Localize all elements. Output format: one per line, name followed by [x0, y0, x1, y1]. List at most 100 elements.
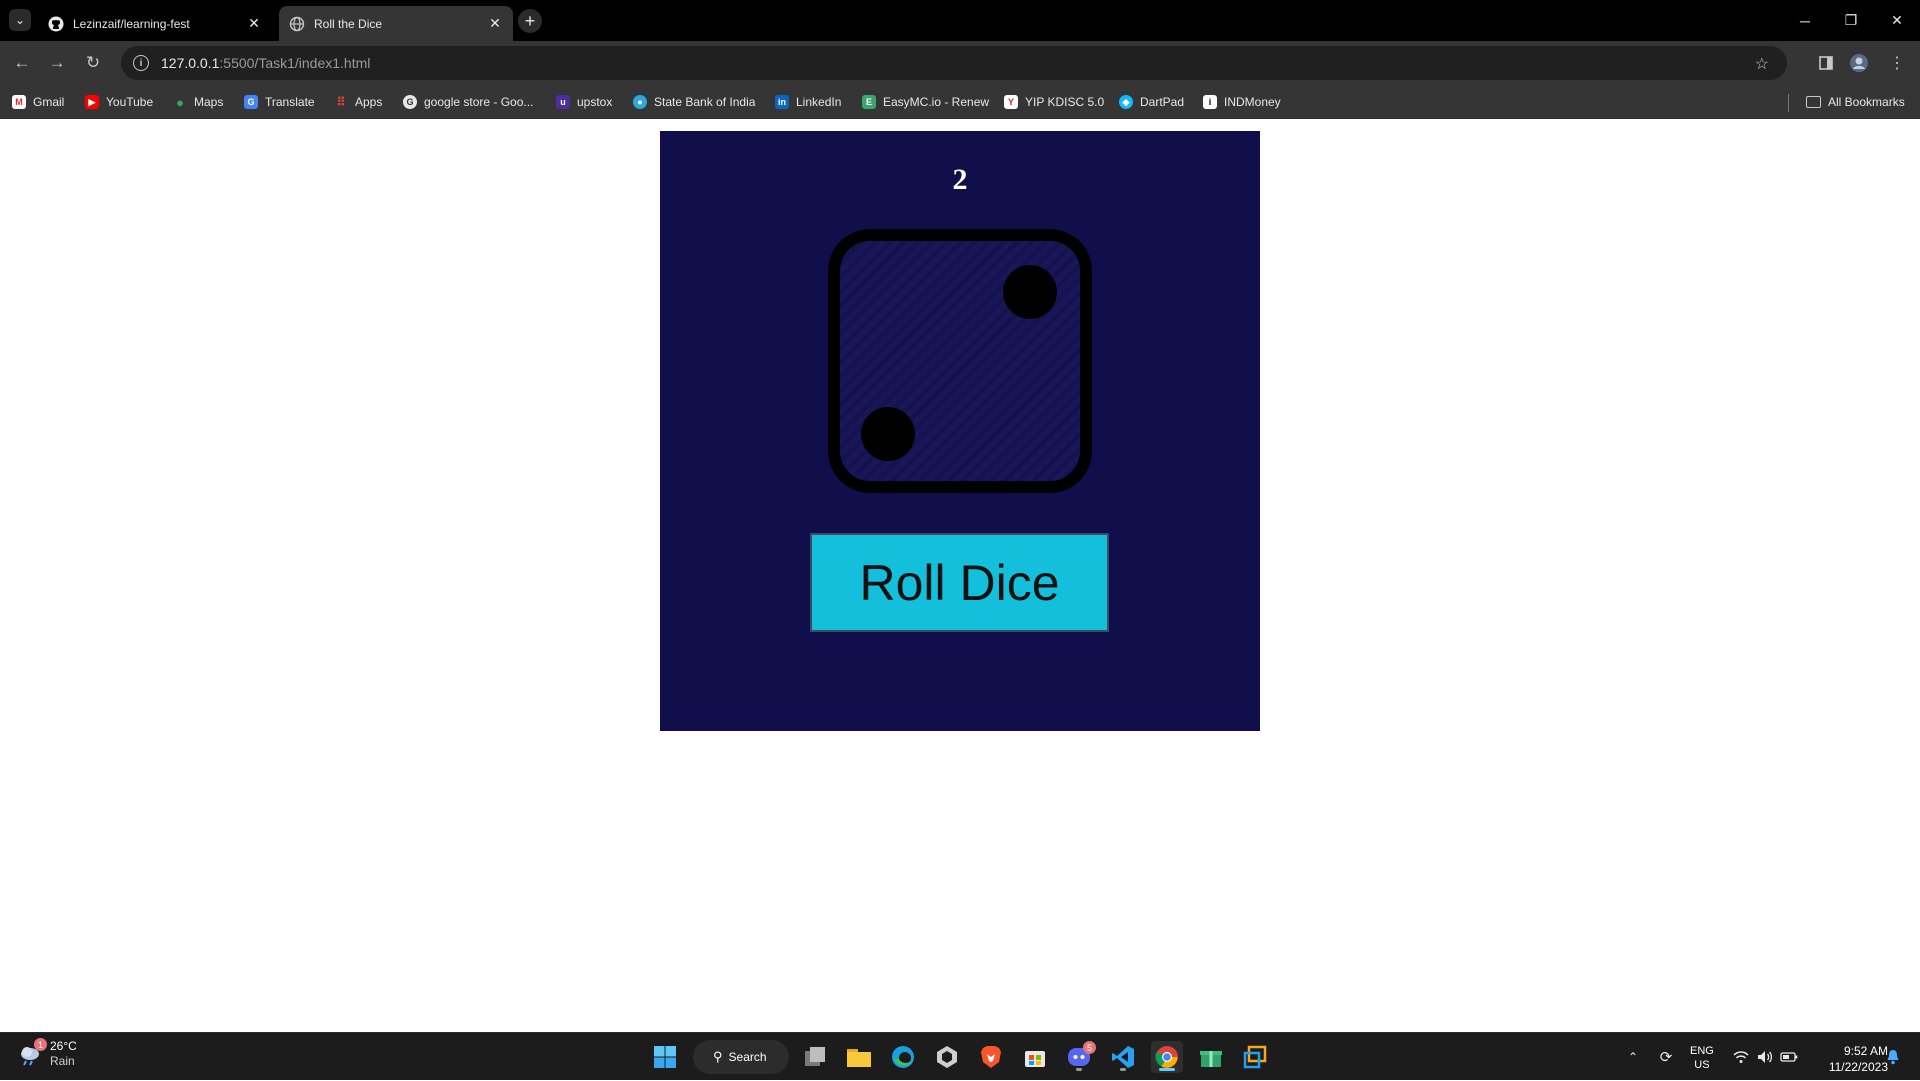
- bookmark-label: Maps: [194, 95, 224, 109]
- clock-date: 11/22/2023: [1828, 1060, 1888, 1074]
- bookmark-label: INDMoney: [1224, 95, 1281, 109]
- chrome-button[interactable]: [1151, 1041, 1183, 1073]
- tab-learning-fest[interactable]: Lezinzaif/learning-fest ✕: [38, 6, 272, 41]
- address-bar[interactable]: i 127.0.0.1:5500/Task1/index1.html ☆: [121, 46, 1787, 80]
- star-icon[interactable]: ☆: [1755, 54, 1769, 74]
- roll-dice-button[interactable]: Roll Dice: [810, 533, 1109, 632]
- tab-search-button[interactable]: ⌄: [9, 9, 31, 31]
- bookmark-label: google store - Goo...: [424, 95, 534, 109]
- sync-icon[interactable]: ⟳: [1655, 1033, 1677, 1081]
- notification-bell-icon[interactable]: [1882, 1033, 1904, 1081]
- bookmark-easymc[interactable]: E EasyMC.io - Renew: [862, 92, 989, 112]
- youtube-icon: ▶: [85, 95, 99, 109]
- chevron-up-icon: ⌃: [1627, 1050, 1639, 1064]
- minimize-icon: ─: [1800, 12, 1810, 29]
- bookmark-upstox[interactable]: u upstox: [556, 92, 612, 112]
- indmoney-icon: i: [1203, 95, 1217, 109]
- bookmark-label: Translate: [265, 95, 315, 109]
- vscode-button[interactable]: [1107, 1041, 1139, 1073]
- language-indicator[interactable]: ENG US: [1690, 1044, 1714, 1072]
- bookmark-linkedin[interactable]: in LinkedIn: [775, 92, 841, 112]
- tab-roll-the-dice[interactable]: Roll the Dice ✕: [279, 6, 513, 41]
- close-icon[interactable]: ✕: [246, 15, 262, 32]
- all-bookmarks-label: All Bookmarks: [1828, 95, 1905, 109]
- volume-icon[interactable]: [1754, 1033, 1776, 1081]
- close-icon: ✕: [1891, 12, 1903, 28]
- bookmark-google-store[interactable]: G google store - Goo...: [403, 92, 533, 112]
- microsoft-store-button[interactable]: [1019, 1041, 1051, 1073]
- yip-icon: Y: [1004, 95, 1018, 109]
- url-host: 127.0.0.1: [161, 55, 220, 71]
- all-bookmarks-button[interactable]: All Bookmarks: [1806, 92, 1905, 112]
- github-icon: [48, 16, 64, 32]
- edge-button[interactable]: [887, 1041, 919, 1073]
- translate-icon: G: [244, 95, 258, 109]
- linkedin-icon: in: [775, 95, 789, 109]
- vscode-icon: [1112, 1046, 1134, 1068]
- folder-icon: [1806, 96, 1821, 108]
- url-path: :5500/Task1/index1.html: [219, 55, 371, 71]
- bookmark-translate[interactable]: G Translate: [244, 92, 315, 112]
- bookmark-label: EasyMC.io - Renew: [883, 95, 990, 109]
- apps-grid-icon: ⠿: [336, 95, 346, 109]
- dice-pip: [1003, 265, 1057, 319]
- bookmark-dartpad[interactable]: ◆ DartPad: [1119, 92, 1184, 112]
- arrow-left-icon: ←: [13, 53, 31, 72]
- keyboard-layout: US: [1694, 1059, 1710, 1071]
- gift-app-button[interactable]: [1195, 1041, 1227, 1073]
- clock-time: 9:52 AM: [1843, 1044, 1888, 1058]
- dice-pip: [861, 407, 915, 461]
- unity-hub-button[interactable]: [931, 1041, 963, 1073]
- running-indicator: [1159, 1068, 1175, 1071]
- close-window-button[interactable]: ✕: [1874, 0, 1920, 41]
- start-button[interactable]: [649, 1041, 681, 1073]
- forward-button[interactable]: →: [42, 48, 72, 78]
- bookmarks-separator: [1788, 94, 1789, 112]
- side-panel-icon[interactable]: [1815, 52, 1837, 74]
- restore-button[interactable]: ❐: [1828, 0, 1874, 41]
- running-indicator: [1120, 1068, 1126, 1071]
- wifi-icon[interactable]: [1730, 1033, 1752, 1081]
- taskbar-search[interactable]: ⚲ Search: [693, 1040, 789, 1074]
- system-clock[interactable]: 9:52 AM 11/22/2023: [1808, 1043, 1888, 1075]
- running-indicator: [1076, 1068, 1082, 1071]
- new-tab-button[interactable]: +: [518, 9, 542, 33]
- close-icon[interactable]: ✕: [487, 15, 503, 32]
- reload-button[interactable]: ↻: [78, 48, 108, 78]
- search-label: Search: [728, 1050, 767, 1064]
- dartpad-icon: ◆: [1119, 95, 1133, 109]
- gmail-icon: M: [12, 95, 26, 109]
- bookmark-indmoney[interactable]: i INDMoney: [1203, 92, 1281, 112]
- bookmark-gmail[interactable]: M Gmail: [12, 92, 64, 112]
- bookmark-label: upstox: [577, 95, 613, 109]
- bookmark-label: DartPad: [1140, 95, 1185, 109]
- show-hidden-icons-button[interactable]: ⌃: [1622, 1033, 1644, 1081]
- bookmark-maps[interactable]: ● Maps: [173, 92, 223, 112]
- sbi-icon: ●: [633, 95, 647, 109]
- search-icon: ⚲: [713, 1049, 723, 1064]
- back-button[interactable]: ←: [7, 48, 37, 78]
- virtualbox-button[interactable]: [1239, 1041, 1271, 1073]
- battery-icon[interactable]: [1778, 1033, 1800, 1081]
- profile-avatar[interactable]: [1848, 52, 1870, 74]
- store-icon: [1025, 1051, 1045, 1067]
- minimize-button[interactable]: ─: [1782, 0, 1828, 41]
- bookmark-label: Gmail: [33, 95, 65, 109]
- bookmark-apps[interactable]: ⠿ Apps: [334, 92, 383, 112]
- menu-dots-icon[interactable]: ⋮: [1886, 52, 1908, 74]
- tab-strip: ⌄ Lezinzaif/learning-fest ✕ Roll the Dic…: [0, 0, 1920, 41]
- weather-widget[interactable]: 1 26°C Rain: [18, 1038, 77, 1069]
- bookmark-label: State Bank of India: [654, 95, 756, 109]
- file-explorer-button[interactable]: [843, 1041, 875, 1073]
- bookmark-label: Apps: [355, 95, 383, 109]
- bookmark-youtube[interactable]: ▶ YouTube: [85, 92, 153, 112]
- bookmark-sbi[interactable]: ● State Bank of India: [633, 92, 755, 112]
- google-store-icon: G: [403, 95, 417, 109]
- task-view-icon: [805, 1047, 825, 1066]
- bookmark-yip[interactable]: Y YIP KDISC 5.0: [1004, 92, 1104, 112]
- task-view-button[interactable]: [800, 1041, 832, 1073]
- edge-icon: [892, 1046, 914, 1068]
- brave-button[interactable]: [975, 1041, 1007, 1073]
- discord-button[interactable]: 5: [1063, 1041, 1096, 1073]
- site-info-icon[interactable]: i: [133, 55, 149, 71]
